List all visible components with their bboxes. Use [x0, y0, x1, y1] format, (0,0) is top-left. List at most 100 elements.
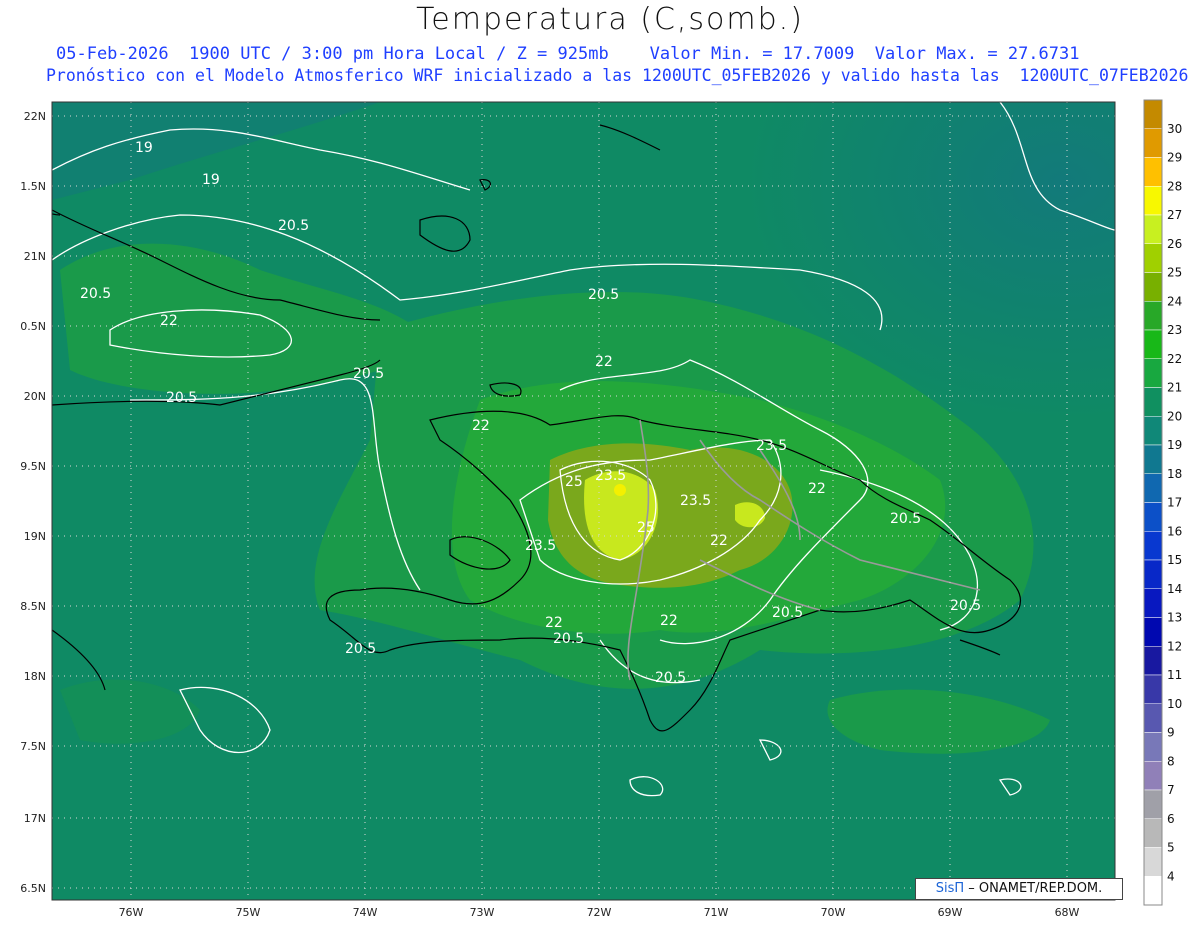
colorbar-label: 8 [1167, 754, 1175, 768]
colorbar-swatch [1143, 301, 1163, 331]
contour-label: 19 [202, 172, 220, 188]
colorbar-swatch [1143, 703, 1163, 733]
colorbar-swatch [1143, 646, 1163, 676]
contour-label: 22 [710, 533, 728, 549]
colorbar-label: 27 [1167, 208, 1182, 222]
temperature-colorbar: 30 29 28 27 26 25 24 23 22 21 20 19 18 17 16 15 14 13 12 11… [1143, 99, 1182, 906]
colorbar-label: 21 [1167, 381, 1182, 395]
colorbar-label: 20 [1167, 409, 1182, 423]
colorbar-label: 17 [1167, 496, 1182, 510]
colorbar-label: 5 [1167, 841, 1175, 855]
warmest-spot [614, 484, 626, 496]
colorbar-swatch [1143, 617, 1163, 647]
lon-tick-label: 73W [470, 906, 495, 919]
colorbar-label: 10 [1167, 697, 1182, 711]
contour-label: 22 [472, 418, 490, 434]
colorbar-swatch [1143, 761, 1163, 791]
contour-label: 23.5 [756, 438, 787, 454]
colorbar-swatch [1143, 473, 1163, 503]
colorbar-swatch [1143, 243, 1163, 273]
contour-label: 22 [660, 613, 678, 629]
colorbar-swatch [1143, 847, 1163, 877]
colorbar-label: 26 [1167, 237, 1182, 251]
lon-tick-label: 70W [821, 906, 846, 919]
colorbar-label: 12 [1167, 639, 1182, 653]
lat-tick-label: 6.5N [20, 882, 46, 895]
colorbar-label: 9 [1167, 726, 1175, 740]
lon-tick-label: 68W [1055, 906, 1080, 919]
lat-tick-label: 22N [24, 110, 46, 123]
contour-label: 23.5 [595, 468, 626, 484]
colorbar-swatch [1143, 559, 1163, 589]
colorbar-swatch [1143, 186, 1163, 216]
contour-label: 23.5 [680, 493, 711, 509]
lat-tick-label: 19N [24, 530, 46, 543]
colorbar-label: 11 [1167, 668, 1182, 682]
colorbar-label: 25 [1167, 266, 1182, 280]
contour-label: 22 [595, 354, 613, 370]
lat-tick-label: 20N [24, 390, 46, 403]
colorbar-label: 14 [1167, 582, 1182, 596]
colorbar-swatch [1143, 732, 1163, 762]
lat-tick-label: 9.5N [20, 460, 46, 473]
colorbar-label: 28 [1167, 179, 1182, 193]
colorbar-label: 29 [1167, 151, 1182, 165]
contour-label: 25 [637, 520, 655, 536]
colorbar-swatch [1143, 358, 1163, 388]
colorbar-swatch [1143, 588, 1163, 618]
lat-tick-label: 17N [24, 812, 46, 825]
colorbar-label: 6 [1167, 812, 1175, 826]
colorbar-swatch [1143, 128, 1163, 158]
lat-tick-label: 18N [24, 670, 46, 683]
colorbar-label: 7 [1167, 783, 1175, 797]
contour-label: 20.5 [655, 670, 686, 686]
contour-label: 19 [135, 140, 153, 156]
lat-tick-label: 8.5N [20, 600, 46, 613]
colorbar-swatch [1143, 818, 1163, 848]
colorbar-swatch [1143, 531, 1163, 561]
lon-tick-label: 69W [938, 906, 963, 919]
contour-label: 25 [565, 474, 583, 490]
contour-label: 23.5 [525, 538, 556, 554]
contour-label: 20.5 [278, 218, 309, 234]
colorbar-label: 13 [1167, 611, 1182, 625]
colorbar-swatch [1143, 387, 1163, 417]
contour-label: 20.5 [353, 366, 384, 382]
longitude-axis: 76W 75W 74W 73W 72W 71W 70W 69W 68W [119, 906, 1080, 919]
lon-tick-label: 75W [236, 906, 261, 919]
colorbar-label: 4 [1167, 869, 1175, 883]
colorbar-swatch [1143, 444, 1163, 474]
lon-tick-label: 71W [704, 906, 729, 919]
colorbar-swatch [1143, 416, 1163, 446]
contour-label: 20.5 [166, 390, 197, 406]
colorbar-label: 23 [1167, 323, 1182, 337]
lon-tick-label: 76W [119, 906, 144, 919]
colorbar-label: 15 [1167, 553, 1182, 567]
colorbar-swatch [1143, 157, 1163, 187]
lon-tick-label: 74W [353, 906, 378, 919]
colorbar-label: 30 [1167, 122, 1182, 136]
colorbar-swatch [1143, 789, 1163, 819]
contour-label: 20.5 [553, 631, 584, 647]
sisp-logo: SisΠ [935, 881, 965, 896]
colorbar-label: 16 [1167, 524, 1182, 538]
colorbar-swatch [1143, 214, 1163, 244]
contour-label: 20.5 [588, 287, 619, 303]
colorbar-swatch [1143, 674, 1163, 704]
contour-label: 22 [808, 481, 826, 497]
colorbar-label: 18 [1167, 467, 1182, 481]
lat-tick-label: 7.5N [20, 740, 46, 753]
lat-tick-label: 0.5N [20, 320, 46, 333]
lat-tick-label: 1.5N [20, 180, 46, 193]
colorbar-label: 19 [1167, 438, 1182, 452]
contour-label: 20.5 [890, 511, 921, 527]
colorbar-swatch [1143, 272, 1163, 302]
credit-box: SisΠ – ONAMET/REP.DOM. [915, 878, 1123, 900]
colorbar-label: 24 [1167, 294, 1182, 308]
lon-tick-label: 72W [587, 906, 612, 919]
contour-label: 20.5 [345, 641, 376, 657]
contour-label: 22 [160, 313, 178, 329]
latitude-axis: 22N 1.5N 21N 0.5N 20N 9.5N 19N 8.5N 18N … [20, 110, 46, 895]
colorbar-swatch [1143, 99, 1163, 129]
contour-label: 20.5 [772, 605, 803, 621]
